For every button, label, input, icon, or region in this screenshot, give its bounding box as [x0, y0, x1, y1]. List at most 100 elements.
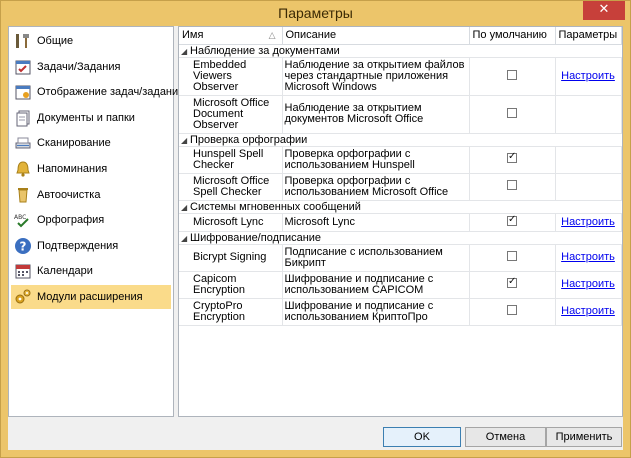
group-title: Системы мгновенных сообщений — [190, 200, 361, 213]
params-cell — [555, 146, 622, 174]
sidebar-item-label: Орфография — [37, 214, 105, 227]
sidebar-item[interactable]: Автоочистка — [11, 183, 171, 207]
tasks-icon — [14, 58, 32, 76]
default-checkbox[interactable] — [507, 305, 517, 315]
default-cell — [469, 57, 556, 96]
column-header-name[interactable]: Имя △ — [179, 27, 283, 45]
column-header-description[interactable]: Описание — [282, 27, 470, 45]
row-indent — [179, 57, 191, 96]
table-row[interactable]: Microsoft Office Document Observer Наблюд… — [179, 95, 622, 134]
title-bar[interactable]: Параметры ✕ — [1, 1, 630, 26]
group-header[interactable]: ◢ Проверка орфографии — [179, 133, 621, 147]
row-indent — [179, 271, 191, 299]
default-cell — [469, 173, 556, 201]
params-cell: Настроить — [555, 57, 622, 96]
configure-link[interactable]: Настроить — [561, 305, 615, 317]
sidebar-item-label: Автоочистка — [37, 188, 101, 201]
window-title: Параметры — [278, 5, 353, 21]
svg-text:?: ? — [20, 239, 27, 253]
group-header[interactable]: ◢ Шифрование/подписание — [179, 231, 621, 245]
params-cell: Настроить — [555, 298, 622, 326]
sidebar-item[interactable]: Календари — [11, 259, 171, 283]
default-checkbox[interactable] — [507, 151, 517, 163]
default-cell — [469, 146, 556, 174]
collapse-toggle-icon[interactable]: ◢ — [181, 234, 190, 243]
sidebar-item-label: Сканирование — [37, 137, 111, 150]
default-checkbox[interactable] — [507, 276, 517, 288]
configure-link[interactable]: Настроить — [561, 70, 615, 82]
table-row[interactable]: Bicrypt Signing Подписание с использовани… — [179, 244, 622, 272]
group-header[interactable]: ◢ Системы мгновенных сообщений — [179, 200, 621, 214]
cleanup-icon — [14, 186, 32, 204]
default-checkbox[interactable] — [507, 107, 517, 118]
group-row: ◢ Системы мгновенных сообщений — [179, 200, 621, 214]
sidebar-item-label: Отображение задач/заданий — [37, 86, 185, 99]
tools-icon — [14, 32, 32, 50]
group-row: ◢ Шифрование/подписание — [179, 231, 621, 245]
plugin-name-cell: Bicrypt Signing — [191, 244, 283, 272]
sidebar-item[interactable]: ? Подтверждения — [11, 234, 171, 258]
sidebar-item[interactable]: Общие — [11, 29, 171, 53]
sidebar-item[interactable]: Сканирование — [11, 131, 171, 155]
table-row[interactable]: Hunspell Spell Checker Проверка орфографи… — [179, 146, 622, 174]
sidebar-item-label: Напоминания — [37, 163, 108, 175]
plugins-panel: Имя △ Описание По умолчанию Параметры ◢ На… — [178, 26, 623, 417]
plugin-description-cell: Microsoft Lync — [282, 213, 470, 232]
sidebar-item-label: Календари — [37, 265, 93, 278]
svg-text:ABC: ABC — [14, 214, 26, 221]
default-checkbox[interactable] — [507, 251, 517, 261]
table-row[interactable]: CryptoPro Encryption Шифрование и подписа… — [179, 298, 622, 326]
row-indent — [179, 173, 191, 201]
default-checkbox[interactable] — [507, 214, 517, 226]
sidebar-item[interactable]: Задачи/Задания — [11, 55, 171, 79]
group-title: Проверка орфографии — [190, 133, 308, 146]
sidebar-item[interactable]: Отображение задач/заданий — [11, 80, 184, 104]
plugin-description-cell: Проверка орфографии с использованием Mic… — [282, 173, 470, 201]
column-header-default[interactable]: По умолчанию — [469, 27, 556, 45]
table-row[interactable]: Microsoft LyncMicrosoft Lync Настроить — [179, 213, 622, 232]
configure-link[interactable]: Настроить — [561, 251, 615, 263]
sidebar-item-label: Подтверждения — [37, 239, 119, 252]
table-row[interactable]: Embedded Viewers Observer Наблюдение за о… — [179, 57, 622, 96]
dialog-window: Параметры ✕ Общие Задачи/Задания Отображен… — [0, 0, 631, 458]
apply-button[interactable]: Применить — [546, 427, 622, 447]
cancel-button[interactable]: Отмена — [465, 427, 546, 447]
dialog-client-area: Общие Задачи/Задания Отображение задач/зад… — [8, 26, 623, 450]
plugin-description-cell: Шифрование и подписание с использованием… — [282, 271, 470, 299]
params-cell — [555, 173, 622, 201]
configure-link[interactable]: Настроить — [561, 278, 615, 290]
calendar-icon — [14, 262, 32, 280]
params-cell: Настроить — [555, 213, 622, 232]
configure-link[interactable]: Настроить — [561, 216, 615, 228]
params-cell: Настроить — [555, 271, 622, 299]
scanner-icon — [14, 134, 32, 152]
plugin-name-cell: Microsoft Office Document Observer — [191, 95, 283, 134]
default-checkbox[interactable] — [507, 180, 517, 190]
plugin-name-cell: CryptoPro Encryption — [191, 298, 283, 326]
default-checkbox[interactable] — [507, 69, 517, 80]
plugin-name-cell: Microsoft Office Spell Checker — [191, 173, 283, 201]
sidebar-item[interactable]: ABC Орфография — [11, 208, 171, 232]
plugin-name-cell: Microsoft Lync — [191, 213, 283, 232]
ok-button[interactable]: OK — [383, 427, 461, 447]
sidebar-item[interactable]: Документы и папки — [11, 106, 171, 130]
plugin-name-cell: Capicom Encryption — [191, 271, 283, 299]
default-cell — [469, 95, 556, 134]
sidebar-item[interactable]: Модули расширения — [11, 285, 171, 309]
table-row[interactable]: Capicom Encryption Шифрование и подписани… — [179, 271, 622, 299]
sidebar-item[interactable]: Напоминания — [11, 157, 171, 181]
group-header[interactable]: ◢ Наблюдение за документами — [179, 44, 621, 58]
column-header-params[interactable]: Параметры — [555, 27, 622, 45]
row-indent — [179, 298, 191, 326]
default-cell — [469, 298, 556, 326]
row-indent — [179, 146, 191, 174]
close-button[interactable]: ✕ — [583, 1, 625, 20]
group-title: Наблюдение за документами — [190, 44, 340, 57]
group-row: ◢ Наблюдение за документами — [179, 44, 621, 58]
table-row[interactable]: Microsoft Office Spell Checker Проверка о… — [179, 173, 622, 201]
collapse-toggle-icon[interactable]: ◢ — [181, 136, 190, 145]
collapse-toggle-icon[interactable]: ◢ — [181, 47, 190, 56]
default-cell — [469, 213, 556, 232]
collapse-toggle-icon[interactable]: ◢ — [181, 203, 190, 212]
plugin-description-cell: Наблюдение за открытием файлов через ста… — [282, 57, 470, 96]
